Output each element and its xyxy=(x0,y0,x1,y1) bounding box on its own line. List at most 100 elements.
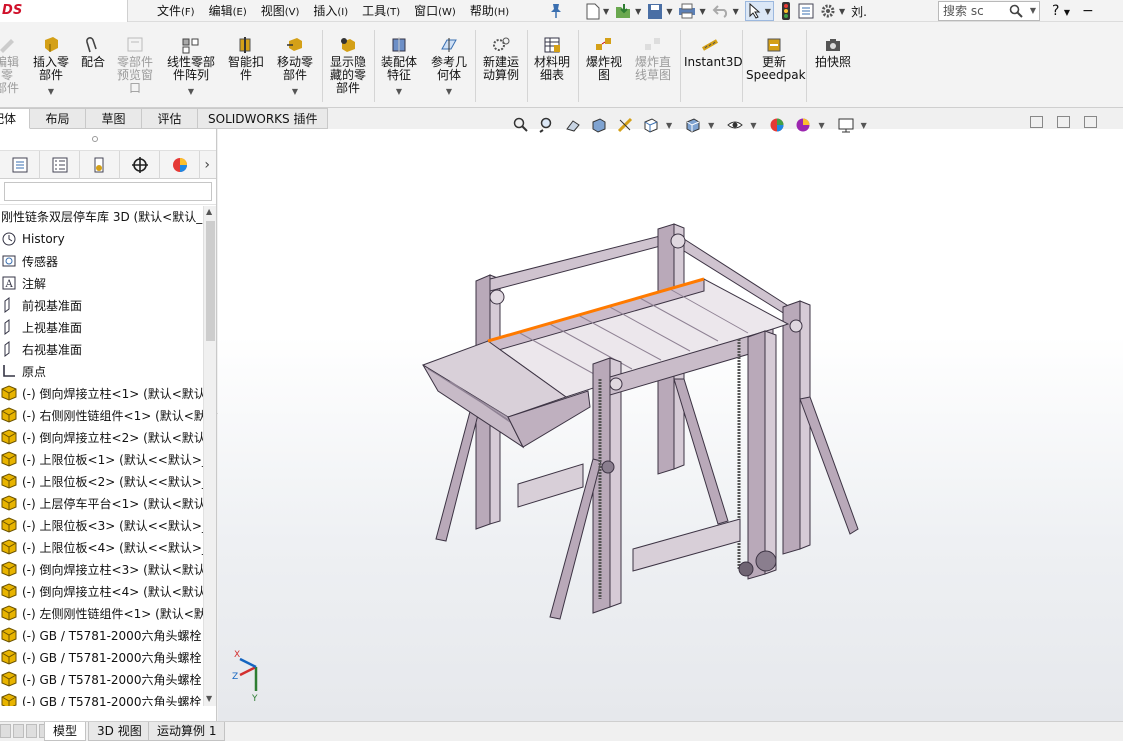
tab-model[interactable]: 模型 xyxy=(44,722,87,741)
options-button[interactable]: ▼ xyxy=(820,1,845,21)
tree-sensors[interactable]: 传感器 xyxy=(0,250,203,272)
scroll-thumb[interactable] xyxy=(206,221,215,341)
graphics-area[interactable]: Z X Y xyxy=(218,129,1123,721)
dimxpert-tab[interactable] xyxy=(120,150,160,179)
configurationmanager-tab[interactable] xyxy=(80,150,120,179)
undo-button[interactable]: ▼ xyxy=(712,1,739,21)
linear-pattern-dropdown-icon[interactable]: ▼ xyxy=(162,85,220,98)
tab-solidworks-addins[interactable]: SOLIDWORKS 插件 xyxy=(198,108,329,129)
menu-view[interactable]: 视图(V) xyxy=(254,0,307,22)
zoom-to-fit-icon[interactable] xyxy=(510,115,532,135)
view-settings-dropdown-icon[interactable]: ▼ xyxy=(861,121,867,130)
assembly-root[interactable]: 刚性链条双层停车库 3D (默认<默认_ xyxy=(0,206,203,228)
tab-sketch[interactable]: 草图 xyxy=(86,108,142,129)
minimize-icon[interactable]: − xyxy=(1082,3,1094,19)
tree-component[interactable]: (-) 上限位板<2> (默认<<默认>_ xyxy=(0,470,203,492)
reference-geometry-dropdown-icon[interactable]: ▼ xyxy=(427,85,471,98)
tree-component[interactable]: (-) 上限位板<4> (默认<<默认>_ xyxy=(0,536,203,558)
help-icon[interactable]: ? ▼ xyxy=(1052,3,1070,19)
edit-appearance-icon[interactable] xyxy=(766,115,788,135)
view-settings-icon[interactable] xyxy=(835,115,857,135)
tree-component[interactable]: (-) 倒向焊接立柱<3> (默认<默认_ xyxy=(0,558,203,580)
tree-component[interactable]: (-) GB / T5781-2000六角头螺栓 xyxy=(0,624,203,646)
next-tab-icon[interactable] xyxy=(26,724,37,738)
maximize-icon[interactable] xyxy=(1084,116,1097,128)
assembly-features-dropdown-icon[interactable]: ▼ xyxy=(377,85,421,98)
open-button[interactable]: ▼ xyxy=(615,1,641,21)
take-snapshot-button[interactable]: 拍快照 xyxy=(810,36,856,69)
apply-scene-icon[interactable] xyxy=(792,115,814,135)
tree-component[interactable]: (-) 左侧刚性链组件<1> (默认<默 xyxy=(0,602,203,624)
tab-evaluate[interactable]: 评估 xyxy=(142,108,198,129)
bom-button[interactable]: 材料明 细表 xyxy=(530,36,574,82)
new-document-button[interactable]: ▼ xyxy=(586,1,609,21)
scroll-down-icon[interactable]: ▼ xyxy=(206,694,212,703)
insert-component-dropdown-icon[interactable]: ▼ xyxy=(30,85,72,98)
search-input[interactable]: 搜索 sc ▼ xyxy=(938,1,1040,21)
section-view-icon[interactable] xyxy=(588,115,610,135)
menu-file[interactable]: 文件(F) xyxy=(150,0,202,22)
exploded-view-button[interactable]: 爆炸视 图 xyxy=(582,36,626,82)
tree-component[interactable]: (-) 上限位板<3> (默认<<默认>_ xyxy=(0,514,203,536)
menu-help[interactable]: 帮助(H) xyxy=(463,0,516,22)
save-button[interactable]: ▼ xyxy=(647,1,672,21)
mate-button[interactable]: 配合 xyxy=(78,36,108,69)
menu-insert[interactable]: 插入(I) xyxy=(306,0,355,22)
filter-input[interactable] xyxy=(4,182,212,201)
tree-component[interactable]: (-) 上层停车平台<1> (默认<默认_ xyxy=(0,492,203,514)
tree-top-plane[interactable]: 上视基准面 xyxy=(0,316,203,338)
tree-component[interactable]: (-) GB / T5781-2000六角头螺栓 xyxy=(0,690,203,706)
prev-tab-icon[interactable] xyxy=(13,724,24,738)
insert-component-button[interactable]: 插入零 部件 ▼ xyxy=(30,36,72,98)
component-preview-button[interactable]: 零部件 预览窗 口 xyxy=(114,36,156,95)
menu-edit[interactable]: 编辑(E) xyxy=(202,0,254,22)
tree-origin[interactable]: 原点 xyxy=(0,360,203,382)
tab-motion-study[interactable]: 运动算例 1 xyxy=(148,722,226,741)
tree-history[interactable]: History xyxy=(0,228,203,250)
tree-component[interactable]: (-) 倒向焊接立柱<1> (默认<默认_ xyxy=(0,382,203,404)
update-speedpak-button[interactable]: 更新 Speedpak xyxy=(746,36,806,82)
search-dropdown-icon[interactable]: ▼ xyxy=(1030,2,1036,20)
view-orientation-icon[interactable] xyxy=(640,115,662,135)
scroll-up-icon[interactable]: ▲ xyxy=(206,207,212,216)
move-component-button[interactable]: 移动零 部件 ▼ xyxy=(272,36,318,98)
tab-layout[interactable]: 布局 xyxy=(30,108,86,129)
hide-show-dropdown-icon[interactable]: ▼ xyxy=(750,121,756,130)
rebuild-button[interactable] xyxy=(780,1,792,21)
display-style-icon[interactable] xyxy=(682,115,704,135)
tree-component[interactable]: (-) GB / T5781-2000六角头螺栓 xyxy=(0,668,203,690)
view-orientation-dropdown-icon[interactable]: ▼ xyxy=(666,121,672,130)
print-button[interactable]: ▼ xyxy=(678,1,706,21)
tree-scrollbar[interactable]: ▲ ▼ xyxy=(203,206,216,706)
display-manager-tab[interactable] xyxy=(160,150,200,179)
menu-window[interactable]: 窗口(W) xyxy=(407,0,463,22)
menu-tools[interactable]: 工具(T) xyxy=(355,0,407,22)
dynamic-annotation-icon[interactable] xyxy=(614,115,636,135)
panel-grip-icon[interactable] xyxy=(92,136,98,142)
parking-garage-model[interactable]: Z X Y xyxy=(218,129,1123,721)
restore-left-icon[interactable] xyxy=(1030,116,1043,128)
tab-3d-view[interactable]: 3D 视图 xyxy=(88,722,151,741)
tree-front-plane[interactable]: 前视基准面 xyxy=(0,294,203,316)
tree-component[interactable]: (-) GB / T5781-2000六角头螺栓 xyxy=(0,646,203,668)
explode-line-sketch-button[interactable]: 爆炸直 线草图 xyxy=(630,36,676,82)
featuremanager-tab[interactable] xyxy=(0,150,40,179)
tab-assembly[interactable]: 装配体 xyxy=(0,108,30,129)
show-hidden-components-button[interactable]: 显示隐 藏的零 部件 xyxy=(326,36,370,95)
zoom-to-area-icon[interactable] xyxy=(536,115,558,135)
pin-icon[interactable] xyxy=(549,3,563,19)
smart-fasteners-button[interactable]: 智能扣 件 xyxy=(224,36,268,82)
tree-component[interactable]: (-) 上限位板<1> (默认<<默认>_ xyxy=(0,448,203,470)
display-style-dropdown-icon[interactable]: ▼ xyxy=(708,121,714,130)
select-button[interactable]: ▼ xyxy=(744,1,774,21)
apply-scene-dropdown-icon[interactable]: ▼ xyxy=(818,121,824,130)
user-name[interactable]: 刘. xyxy=(851,1,867,21)
tree-component[interactable]: (-) 倒向焊接立柱<2> (默认<默认_ xyxy=(0,426,203,448)
file-properties-button[interactable] xyxy=(798,1,814,21)
tree-component[interactable]: (-) 倒向焊接立柱<4> (默认<默认_ xyxy=(0,580,203,602)
instant3d-button[interactable]: Instant3D xyxy=(684,36,743,69)
edit-component-button[interactable]: 编辑零 部件 xyxy=(0,36,24,95)
chevron-right-icon[interactable]: › xyxy=(204,157,210,173)
propertymanager-tab[interactable] xyxy=(40,150,80,179)
first-tab-icon[interactable] xyxy=(0,724,11,738)
